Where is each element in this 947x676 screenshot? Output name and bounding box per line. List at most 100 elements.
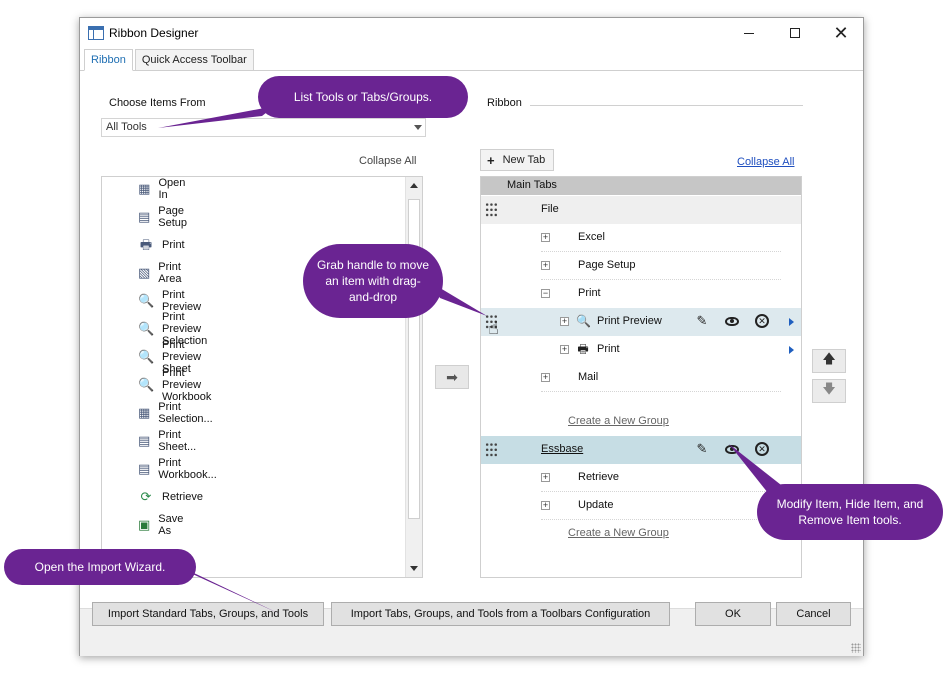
list-item[interactable]: ▣ Save As [138, 513, 187, 537]
expand-icon[interactable]: + [560, 345, 569, 354]
list-item-label: Print [162, 239, 185, 251]
list-item-label: Print Workbook... [158, 457, 217, 481]
open-in-icon: ▦ [138, 181, 151, 196]
list-item-label: Open In [158, 177, 186, 201]
import-standard-button[interactable]: Import Standard Tabs, Groups, and Tools [92, 602, 324, 626]
tree-row-update[interactable]: + Update [481, 492, 801, 520]
close-icon: ✕ [833, 23, 849, 43]
choose-items-value: All Tools [106, 121, 147, 133]
scroll-up-icon[interactable] [410, 183, 418, 188]
pencil-icon[interactable]: ✎ [695, 314, 709, 328]
maximize-icon [790, 28, 800, 38]
tree-row-print-preview[interactable]: + 🔍 Print Preview ✎ ✕ [481, 308, 801, 336]
list-item-label: Print Preview Workbook [162, 367, 212, 403]
expand-icon[interactable]: + [541, 233, 550, 242]
list-item[interactable]: ▦ Open In [138, 177, 189, 201]
pencil-icon[interactable]: ✎ [695, 442, 709, 456]
add-to-ribbon-button[interactable]: ➡ [435, 365, 469, 389]
list-item[interactable]: ⟳ Retrieve [138, 487, 203, 507]
tree-row-print-tool[interactable]: + 🖶 Print [481, 336, 801, 364]
collapse-icon[interactable]: − [541, 289, 550, 298]
chevron-right-icon[interactable] [789, 318, 794, 326]
printer-icon: 🖶 [139, 237, 153, 252]
expand-icon[interactable]: + [541, 373, 550, 382]
print-preview-icon: 🔍 [576, 314, 591, 328]
list-item[interactable]: 🔍 Print Preview Sheet [138, 339, 201, 375]
tree-row-file[interactable]: File [481, 196, 801, 224]
resize-grip-icon[interactable] [851, 643, 861, 653]
callout-modify-tools: Modify Item, Hide Item, and Remove Item … [757, 484, 943, 540]
hand-cursor-icon: ☝ [488, 318, 499, 338]
window-app-icon [88, 26, 104, 40]
tree-row-mail[interactable]: + Mail [481, 364, 801, 392]
new-tab-label: New Tab [502, 154, 546, 166]
list-item[interactable]: ▤ Page Setup [138, 205, 191, 229]
tree-row-page-setup[interactable]: + Page Setup [481, 252, 801, 280]
choose-items-select[interactable]: All Tools [101, 118, 426, 137]
list-item[interactable]: 🔍 Print Preview Workbook [138, 367, 211, 403]
remove-icon[interactable]: ✕ [755, 442, 769, 456]
tree-row-excel[interactable]: + Excel [481, 224, 801, 252]
new-tab-button[interactable]: + New Tab [480, 149, 554, 171]
minimize-icon [744, 32, 754, 34]
file-tab-label: File [541, 203, 559, 215]
eye-icon[interactable] [725, 445, 739, 454]
group-mail-label: Mail [578, 371, 599, 383]
ok-button[interactable]: OK [695, 602, 771, 626]
expand-icon[interactable]: + [560, 317, 569, 326]
group-page-setup-label: Page Setup [578, 259, 636, 271]
title-bar: Ribbon Designer ✕ [80, 18, 863, 48]
expand-icon[interactable]: + [541, 473, 550, 482]
create-new-group-link[interactable]: Create a New Group [568, 527, 669, 539]
list-item[interactable]: 🔍 Print Preview Selection [138, 311, 207, 347]
tools-list-scrollbar[interactable] [405, 177, 422, 577]
arrow-down-icon: 🡇 [822, 381, 836, 396]
list-item[interactable]: ▤ Print Workbook... [138, 457, 220, 481]
print-preview-sheet-icon: 🔍 [138, 349, 155, 364]
print-preview-workbook-icon: 🔍 [138, 377, 155, 392]
list-item-label: Retrieve [162, 491, 203, 503]
list-item[interactable]: ▧ Print Area [138, 261, 185, 285]
list-item[interactable]: ▦ Print Selection... [138, 401, 216, 425]
retrieve-icon: ⟳ [140, 489, 152, 504]
create-new-group-link[interactable]: Create a New Group [568, 415, 669, 427]
close-button[interactable]: ✕ [818, 18, 864, 48]
eye-icon[interactable] [725, 317, 739, 326]
tab-ribbon[interactable]: Ribbon [84, 49, 133, 71]
callout-import-wizard: Open the Import Wizard. [4, 549, 196, 585]
print-workbook-icon: ▤ [138, 461, 151, 476]
import-toolbars-button[interactable]: Import Tabs, Groups, and Tools from a To… [331, 602, 670, 626]
group-print-label: Print [578, 287, 601, 299]
minimize-button[interactable] [726, 18, 772, 48]
print-preview-selection-icon: 🔍 [138, 321, 155, 336]
right-collapse-all[interactable]: Collapse All [737, 156, 794, 168]
remove-icon[interactable]: ✕ [755, 314, 769, 328]
print-sheet-icon: ▤ [138, 433, 151, 448]
list-item-label: Page Setup [158, 205, 188, 229]
group-excel-label: Excel [578, 231, 605, 243]
list-item[interactable]: ▤ Print Sheet... [138, 429, 200, 453]
printer-icon: 🖶 [577, 342, 589, 356]
move-up-button[interactable]: 🡅 [812, 349, 846, 373]
list-item[interactable]: 🖶 Print [138, 235, 185, 255]
list-item[interactable]: 🔍 Print Preview [138, 289, 201, 313]
list-item-label: Save As [158, 513, 184, 537]
cancel-button[interactable]: Cancel [776, 602, 851, 626]
tab-quick-access-toolbar[interactable]: Quick Access Toolbar [134, 49, 254, 71]
callout-list-tools: List Tools or Tabs/Groups. [258, 76, 468, 118]
tree-row-print-group[interactable]: − Print [481, 280, 801, 308]
tree-row-essbase[interactable]: Essbase ✎ ✕ [481, 436, 801, 464]
grab-handle-icon[interactable] [485, 442, 498, 458]
grab-handle-icon[interactable] [485, 202, 498, 218]
expand-icon[interactable]: + [541, 501, 550, 510]
ribbon-tree: Main Tabs File + Excel + Page Setup − Pr… [480, 176, 802, 578]
expand-icon[interactable]: + [541, 261, 550, 270]
plus-icon: + [487, 152, 495, 168]
tree-row-retrieve[interactable]: + Retrieve [481, 464, 801, 492]
maximize-button[interactable] [772, 18, 818, 48]
scroll-down-icon[interactable] [410, 566, 418, 571]
left-collapse-all[interactable]: Collapse All [359, 155, 416, 167]
arrow-right-icon: ➡ [446, 368, 458, 385]
move-down-button[interactable]: 🡇 [812, 379, 846, 403]
chevron-right-icon[interactable] [789, 346, 794, 354]
